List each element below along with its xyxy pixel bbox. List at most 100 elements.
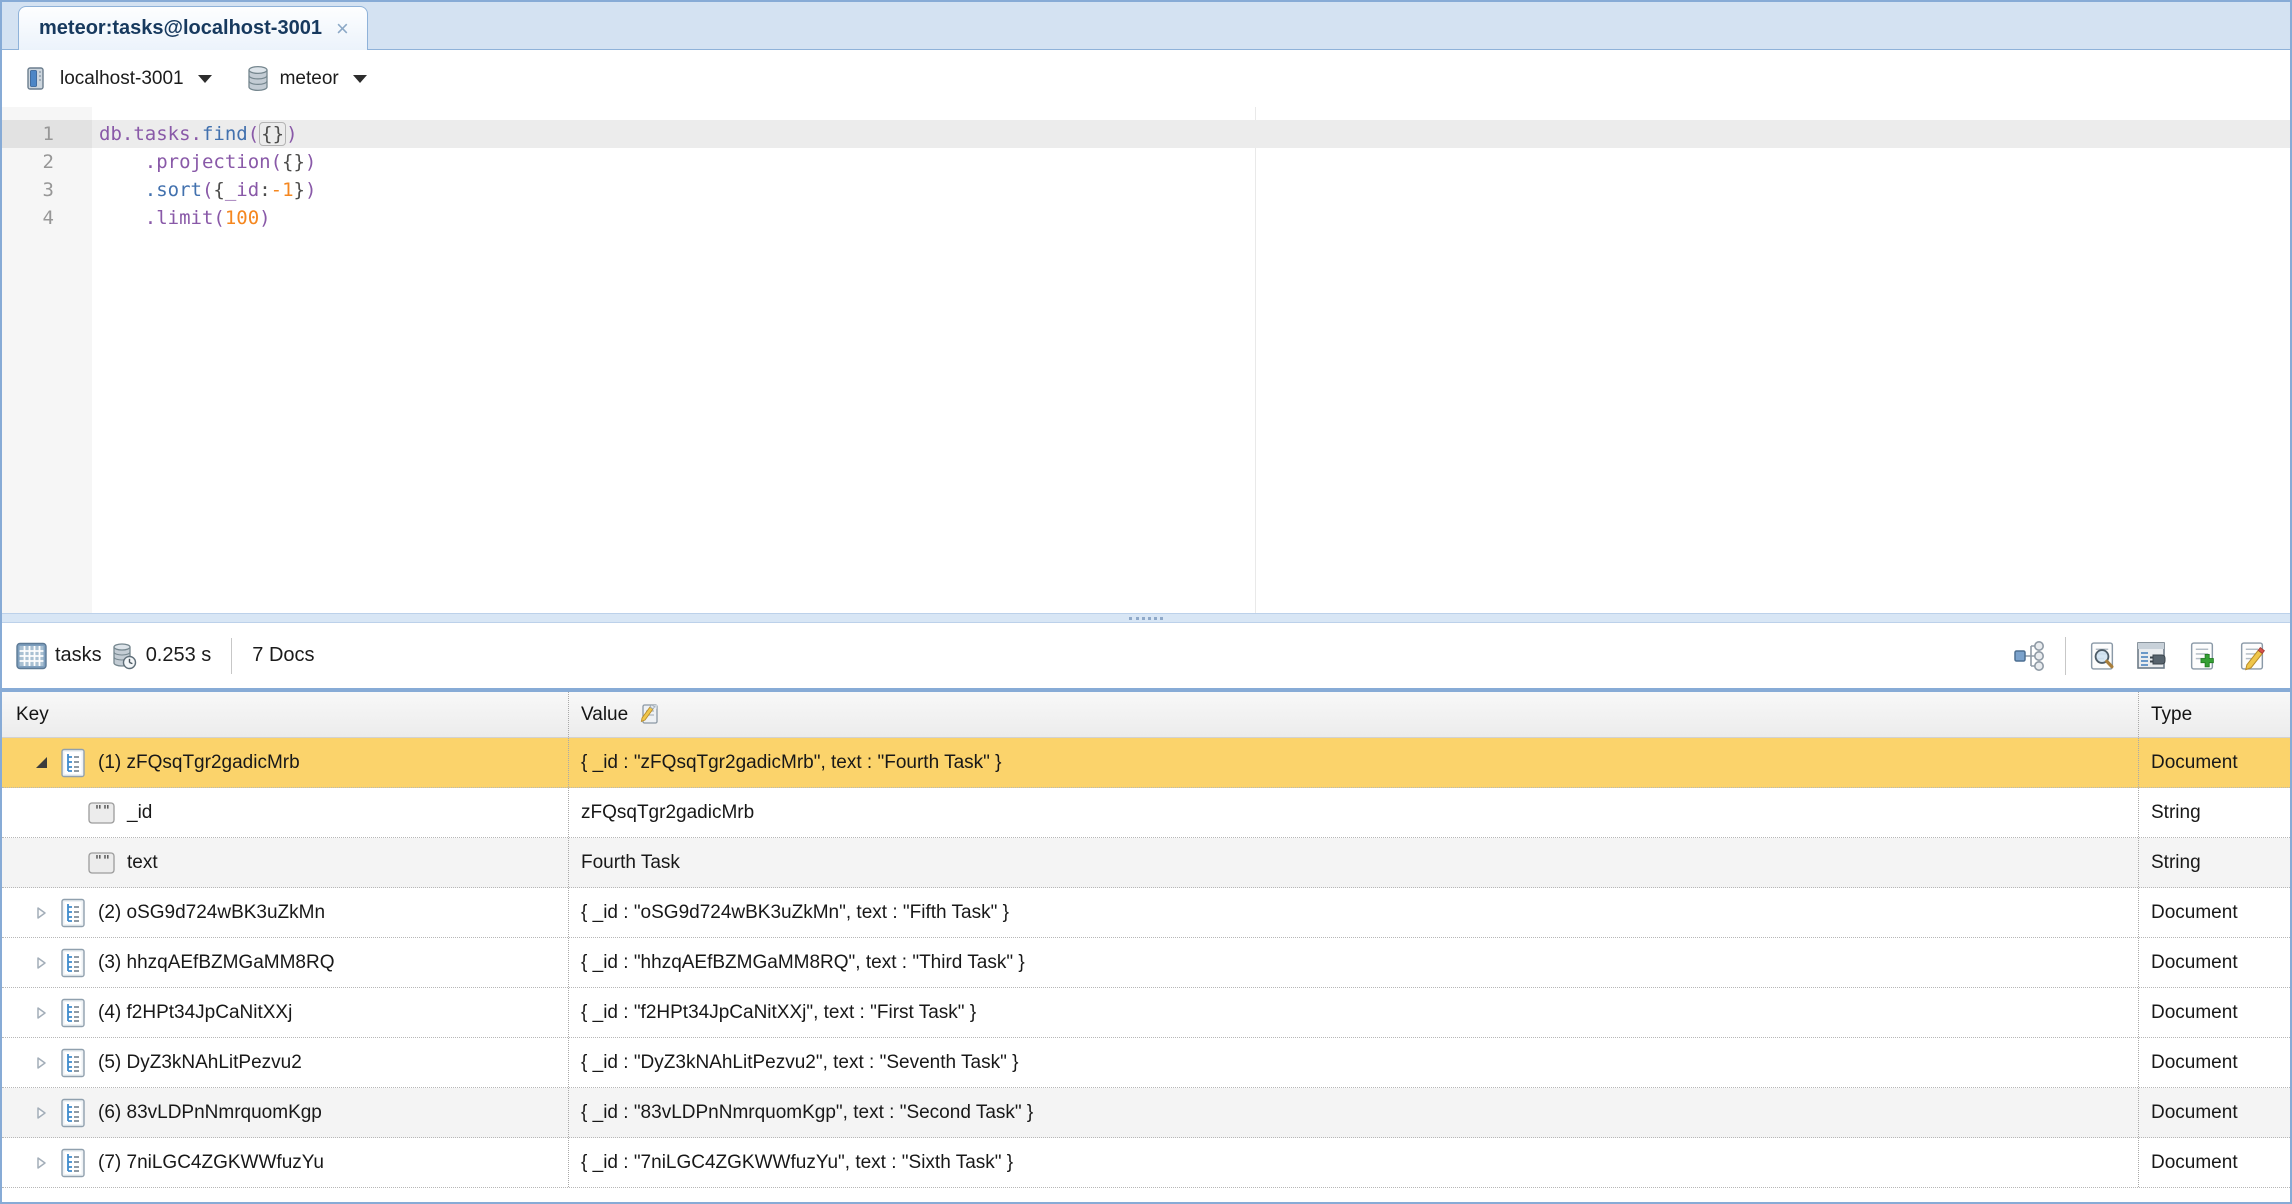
connection-toolbar: localhost-3001 meteor (2, 50, 2290, 107)
document-row-icon (60, 1098, 86, 1128)
code-line: .limit(100) (92, 204, 2290, 232)
server-selector[interactable]: localhost-3001 (18, 61, 218, 96)
chevron-down-icon (353, 75, 367, 83)
table-row[interactable]: (5) DyZ3kNAhLitPezvu2{ _id : "DyZ3kNAhLi… (2, 1038, 2290, 1088)
edit-document-button[interactable] (2232, 636, 2272, 676)
row-type: Document (2138, 738, 2290, 787)
editor-code-area[interactable]: db.tasks.find({}) .projection({}) .sort(… (92, 107, 2290, 613)
divider (231, 638, 232, 674)
tab-title: meteor:tasks@localhost-3001 (39, 17, 322, 40)
table-row[interactable]: (2) oSG9d724wBK3uZkMn{ _id : "oSG9d724wB… (2, 888, 2290, 938)
row-type: Document (2138, 1088, 2290, 1137)
document-row-icon (60, 748, 86, 778)
tab-bar: meteor:tasks@localhost-3001 × (2, 2, 2290, 50)
database-selector[interactable]: meteor (240, 61, 373, 96)
row-key: (3) hhzqAEfBZMGaMM8RQ (2, 938, 568, 987)
row-type: Document (2138, 938, 2290, 987)
row-value: Fourth Task (568, 838, 2138, 887)
results-toolbar: tasks 0.253 s 7 Docs (2, 623, 2290, 688)
table-row[interactable]: (3) hhzqAEfBZMGaMM8RQ{ _id : "hhzqAEfBZM… (2, 938, 2290, 988)
row-value: zFQsqTgr2gadicMrb (568, 788, 2138, 837)
table-row[interactable]: " "textFourth TaskString (2, 838, 2290, 888)
server-label: localhost-3001 (60, 68, 184, 90)
collapse-arrow-icon[interactable] (32, 904, 50, 922)
line-number: 4 (2, 204, 92, 232)
text-view-icon (2087, 641, 2117, 671)
database-label: meteor (280, 68, 339, 90)
collection-icon (16, 642, 47, 670)
tree-mode-button[interactable] (2009, 636, 2049, 676)
paste-value-icon[interactable] (638, 702, 661, 727)
insert-document-icon (2187, 641, 2217, 671)
row-type: Document (2138, 988, 2290, 1037)
row-type: String (2138, 788, 2290, 837)
collapse-arrow-icon[interactable] (32, 1054, 50, 1072)
collapse-arrow-icon[interactable] (32, 1154, 50, 1172)
close-icon[interactable]: × (334, 18, 351, 40)
server-icon (24, 65, 50, 92)
table-row[interactable]: (4) f2HPt34JpCaNitXXj{ _id : "f2HPt34JpC… (2, 988, 2290, 1038)
row-key: (2) oSG9d724wBK3uZkMn (2, 888, 568, 937)
row-type: Document (2138, 888, 2290, 937)
table-view-icon (2136, 641, 2168, 671)
document-row-icon (60, 898, 86, 928)
code-line: db.tasks.find({}) (92, 120, 2290, 148)
svg-text:": " (95, 854, 102, 869)
collection-name: tasks (55, 644, 102, 667)
results-grid: (1) zFQsqTgr2gadicMrb{ _id : "zFQsqTgr2g… (2, 738, 2290, 1202)
doc-count: 7 Docs (252, 644, 314, 667)
grid-header: Key Value Type (2, 692, 2290, 738)
results-actions (2009, 636, 2272, 676)
row-value: { _id : "f2HPt34JpCaNitXXj", text : "Fir… (568, 988, 2138, 1037)
database-icon (246, 65, 270, 92)
svg-text:": " (103, 854, 110, 869)
document-row-icon (60, 1048, 86, 1078)
table-row[interactable]: " "_idzFQsqTgr2gadicMrbString (2, 788, 2290, 838)
query-time: 0.253 s (146, 644, 212, 667)
row-key: " "text (2, 838, 568, 887)
table-view-button[interactable] (2132, 636, 2172, 676)
string-row-icon: " " (88, 802, 115, 824)
query-editor: 1234 db.tasks.find({}) .projection({}) .… (2, 107, 2290, 613)
splitter-grip-icon (1129, 617, 1163, 620)
line-number: 3 (2, 176, 92, 204)
row-key: (1) zFQsqTgr2gadicMrb (2, 738, 568, 787)
tab-query[interactable]: meteor:tasks@localhost-3001 × (18, 6, 368, 50)
table-row[interactable]: (7) 7niLGC4ZGKWWfuzYu{ _id : "7niLGC4ZGK… (2, 1138, 2290, 1188)
text-view-button[interactable] (2082, 636, 2122, 676)
editor-gutter: 1234 (2, 107, 92, 613)
tree-mode-icon (2012, 640, 2046, 672)
collapse-arrow-icon[interactable] (32, 1004, 50, 1022)
table-row[interactable]: (1) zFQsqTgr2gadicMrb{ _id : "zFQsqTgr2g… (2, 738, 2290, 788)
row-key: (7) 7niLGC4ZGKWWfuzYu (2, 1138, 568, 1187)
string-row-icon: " " (88, 852, 115, 874)
panel-splitter[interactable] (2, 613, 2290, 623)
collapse-arrow-icon[interactable] (32, 1104, 50, 1122)
row-value: { _id : "83vLDPnNmrquomKgp", text : "Sec… (568, 1088, 2138, 1137)
query-time-icon (110, 641, 138, 671)
row-value: { _id : "DyZ3kNAhLitPezvu2", text : "Sev… (568, 1038, 2138, 1087)
column-header-value[interactable]: Value (568, 692, 2138, 737)
edit-document-icon (2237, 641, 2267, 671)
row-type: String (2138, 838, 2290, 887)
collapse-arrow-icon[interactable] (32, 954, 50, 972)
insert-document-button[interactable] (2182, 636, 2222, 676)
svg-text:": " (103, 804, 110, 819)
table-row[interactable]: (6) 83vLDPnNmrquomKgp{ _id : "83vLDPnNmr… (2, 1088, 2290, 1138)
column-header-type[interactable]: Type (2138, 692, 2290, 737)
row-value: { _id : "oSG9d724wBK3uZkMn", text : "Fif… (568, 888, 2138, 937)
line-number: 1 (2, 120, 92, 148)
row-value: { _id : "7niLGC4ZGKWWfuzYu", text : "Six… (568, 1138, 2138, 1187)
row-key: (6) 83vLDPnNmrquomKgp (2, 1088, 568, 1137)
document-row-icon (60, 998, 86, 1028)
row-key: (4) f2HPt34JpCaNitXXj (2, 988, 568, 1037)
chevron-down-icon (198, 75, 212, 83)
row-key: " "_id (2, 788, 568, 837)
expand-arrow-icon[interactable] (32, 754, 50, 772)
svg-text:": " (95, 804, 102, 819)
document-row-icon (60, 1148, 86, 1178)
document-row-icon (60, 948, 86, 978)
row-key: (5) DyZ3kNAhLitPezvu2 (2, 1038, 568, 1087)
column-header-key[interactable]: Key (2, 692, 568, 737)
divider (2065, 637, 2066, 675)
